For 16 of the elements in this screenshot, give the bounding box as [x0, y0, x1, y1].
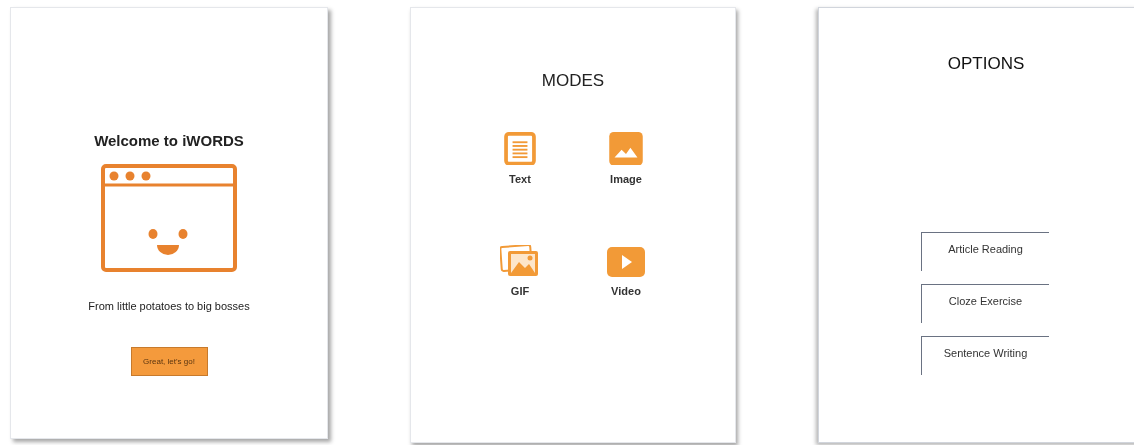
play-icon [607, 247, 645, 277]
option-button[interactable]: Cloze Exercise [921, 283, 1049, 323]
mode-button[interactable]: Image [598, 131, 654, 188]
option-button[interactable]: Sentence Writing [921, 335, 1049, 375]
welcome-title: Welcome to iWORDS [94, 131, 244, 151]
modes-title: MODES [541, 70, 605, 92]
mode-button[interactable]: Video [598, 243, 654, 300]
mode-button[interactable]: GIF [492, 243, 548, 300]
options-title: OPTIONS [946, 53, 1026, 75]
mode-button[interactable]: Text [492, 131, 548, 188]
photo-stack-icon [500, 245, 540, 277]
tagline: From little potatoes to big bosses [88, 298, 250, 314]
option-button[interactable]: Article Reading [921, 231, 1049, 271]
document-icon [503, 131, 537, 165]
image-icon [607, 131, 645, 165]
start-button[interactable]: Great, let's go! [130, 347, 208, 376]
